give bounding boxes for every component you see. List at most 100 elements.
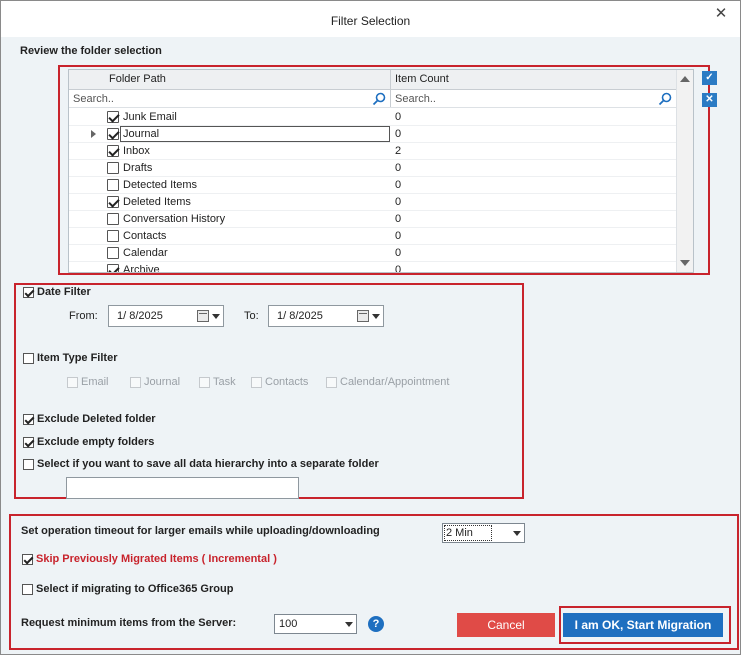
folder-name: Contacts — [123, 230, 167, 242]
item-type-filter-checkbox[interactable] — [23, 353, 34, 364]
office365-group-checkbox[interactable] — [22, 584, 33, 595]
min-items-value: 100 — [279, 618, 298, 630]
chevron-down-icon[interactable] — [345, 622, 353, 627]
timeout-label: Set operation timeout for larger emails … — [21, 525, 380, 537]
from-date-picker[interactable]: 1/ 8/2025 — [108, 305, 224, 327]
date-filter-checkbox[interactable] — [23, 287, 34, 298]
folder-item-count: 2 — [395, 145, 402, 157]
folder-checkbox[interactable] — [107, 111, 119, 123]
type-contacts-checkbox[interactable] — [251, 377, 262, 388]
selection-outline — [120, 126, 390, 142]
timeout-select[interactable]: 2 Min — [442, 523, 525, 543]
type-task-checkbox[interactable] — [199, 377, 210, 388]
scroll-up-arrow-icon[interactable] — [680, 76, 690, 82]
folder-item-count: 0 — [395, 111, 402, 123]
date-filter-label: Date Filter — [37, 286, 91, 298]
count-search-input[interactable]: Search.. — [395, 93, 436, 105]
from-label: From: — [69, 310, 98, 322]
folder-row[interactable]: Junk Email 0 — [69, 109, 676, 126]
start-migration-button[interactable]: I am OK, Start Migration — [563, 613, 723, 637]
folder-row[interactable]: Conversation History 0 — [69, 211, 676, 228]
type-calendar-label: Calendar/Appointment — [340, 376, 450, 388]
folder-row[interactable]: Deleted Items 0 — [69, 194, 676, 211]
type-task-label: Task — [213, 376, 236, 388]
grid-scrollbar[interactable] — [676, 70, 693, 272]
type-journal-checkbox[interactable] — [130, 377, 141, 388]
skip-migrated-checkbox[interactable] — [22, 554, 33, 565]
to-label: To: — [244, 310, 259, 322]
type-email-label: Email — [81, 376, 109, 388]
folder-checkbox[interactable] — [107, 230, 119, 242]
expand-arrow-icon[interactable] — [91, 130, 96, 138]
exclude-empty-checkbox[interactable] — [23, 437, 34, 448]
folder-item-count: 0 — [395, 213, 402, 225]
exclude-deleted-checkbox[interactable] — [23, 414, 34, 425]
folder-row[interactable]: Contacts 0 — [69, 228, 676, 245]
folder-checkbox[interactable] — [107, 196, 119, 208]
folder-name: Calendar — [123, 247, 168, 259]
folder-row[interactable]: Detected Items 0 — [69, 177, 676, 194]
grid-search-row: Search.. Search.. — [69, 90, 676, 108]
folder-checkbox[interactable] — [107, 247, 119, 259]
folder-checkbox[interactable] — [107, 213, 119, 225]
folder-row[interactable]: Drafts 0 — [69, 160, 676, 177]
folder-row[interactable]: Archive 0 — [69, 262, 676, 273]
folder-checkbox[interactable] — [107, 162, 119, 174]
chevron-down-icon[interactable] — [212, 314, 220, 319]
folder-row[interactable]: Inbox 2 — [69, 143, 676, 160]
search-icon[interactable] — [658, 92, 672, 106]
folder-checkbox[interactable] — [107, 264, 119, 272]
folder-row[interactable]: Calendar 0 — [69, 245, 676, 262]
min-items-select[interactable]: 100 — [274, 614, 357, 634]
folder-item-count: 0 — [395, 230, 402, 242]
scroll-down-arrow-icon[interactable] — [680, 260, 690, 266]
search-icon[interactable] — [372, 92, 386, 106]
deselect-all-icon[interactable]: ✕ — [702, 93, 717, 107]
folder-checkbox[interactable] — [107, 145, 119, 157]
folder-checkbox[interactable] — [107, 128, 119, 140]
type-email-checkbox[interactable] — [67, 377, 78, 388]
close-icon[interactable]: ✕ — [713, 6, 729, 22]
select-all-icon[interactable]: ✓ — [702, 71, 717, 85]
folder-name: Junk Email — [123, 111, 177, 123]
timeout-value: 2 Min — [444, 525, 492, 541]
min-items-label: Request minimum items from the Server: — [21, 617, 237, 629]
exclude-deleted-label: Exclude Deleted folder — [37, 413, 156, 425]
type-journal-label: Journal — [144, 376, 181, 388]
folder-item-count: 0 — [395, 179, 402, 191]
folder-name: Archive — [123, 264, 160, 273]
dialog-title: Filter Selection — [330, 14, 411, 28]
type-calendar-checkbox[interactable] — [326, 377, 337, 388]
column-separator — [390, 90, 391, 107]
to-date-value: 1/ 8/2025 — [277, 310, 323, 322]
folder-name: Drafts — [123, 162, 153, 174]
column-item-count[interactable]: Item Count — [395, 73, 449, 85]
title-bar: Filter Selection ✕ — [1, 1, 740, 37]
to-date-picker[interactable]: 1/ 8/2025 — [268, 305, 384, 327]
chevron-down-icon[interactable] — [513, 531, 521, 536]
office365-group-label: Select if migrating to Office365 Group — [36, 583, 234, 595]
save-hierarchy-label: Select if you want to save all data hier… — [37, 458, 379, 470]
folder-name: Journal — [123, 128, 160, 140]
skip-migrated-label: Skip Previously Migrated Items ( Increme… — [36, 553, 277, 565]
calendar-icon[interactable] — [357, 310, 369, 322]
help-icon[interactable]: ? — [368, 616, 384, 632]
exclude-empty-label: Exclude empty folders — [37, 436, 155, 448]
type-contacts-label: Contacts — [265, 376, 309, 388]
cancel-button[interactable]: Cancel — [457, 613, 555, 637]
calendar-icon[interactable] — [197, 310, 209, 322]
chevron-down-icon[interactable] — [372, 314, 380, 319]
from-date-value: 1/ 8/2025 — [117, 310, 163, 322]
folder-row[interactable]: Journal 0 — [69, 126, 676, 143]
hierarchy-folder-input[interactable] — [66, 477, 299, 499]
folder-name: Detected Items — [123, 179, 197, 191]
folder-grid: Folder Path Item Count Search.. Search..… — [68, 69, 694, 273]
folder-checkbox[interactable] — [107, 179, 119, 191]
folder-item-count: 0 — [395, 162, 402, 174]
save-hierarchy-checkbox[interactable] — [23, 459, 34, 470]
folder-search-input[interactable]: Search.. — [73, 93, 114, 105]
folder-item-count: 0 — [395, 196, 402, 208]
folder-name: Deleted Items — [123, 196, 191, 208]
filter-selection-dialog: Filter Selection ✕ Review the folder sel… — [0, 0, 741, 655]
column-folder-path[interactable]: Folder Path — [109, 73, 166, 85]
